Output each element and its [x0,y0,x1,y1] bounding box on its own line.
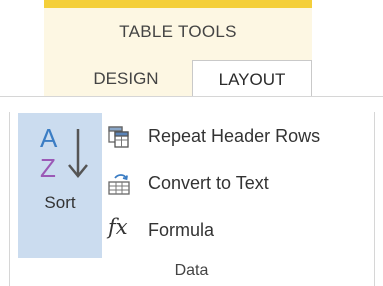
convert-to-text-label: Convert to Text [148,173,269,193]
convert-to-text-icon [108,174,130,195]
sort-az-icon: A Z [40,123,88,183]
formula-fx-icon: fx [108,215,128,239]
tab-design[interactable]: DESIGN [76,62,176,96]
ribbon-divider [0,96,383,97]
repeat-header-rows-button[interactable]: Repeat Header Rows [106,122,368,152]
table-tools-accent-bar [44,0,312,8]
group-left-separator [9,112,10,286]
svg-text:A: A [40,123,58,153]
table-tools-title: TABLE TOOLS [119,22,237,41]
sort-button[interactable]: A Z Sort [18,113,102,258]
repeat-header-rows-label: Repeat Header Rows [148,126,321,146]
data-group-label: Data [174,262,209,279]
sort-button-label: Sort [44,193,76,212]
formula-button[interactable]: fx Formula [106,215,368,246]
tab-layout[interactable]: LAYOUT [192,60,312,96]
svg-text:Z: Z [40,153,56,183]
repeat-header-rows-icon [108,126,129,148]
group-right-separator [374,112,375,286]
convert-to-text-button[interactable]: Convert to Text [106,169,368,199]
formula-label: Formula [148,220,215,240]
